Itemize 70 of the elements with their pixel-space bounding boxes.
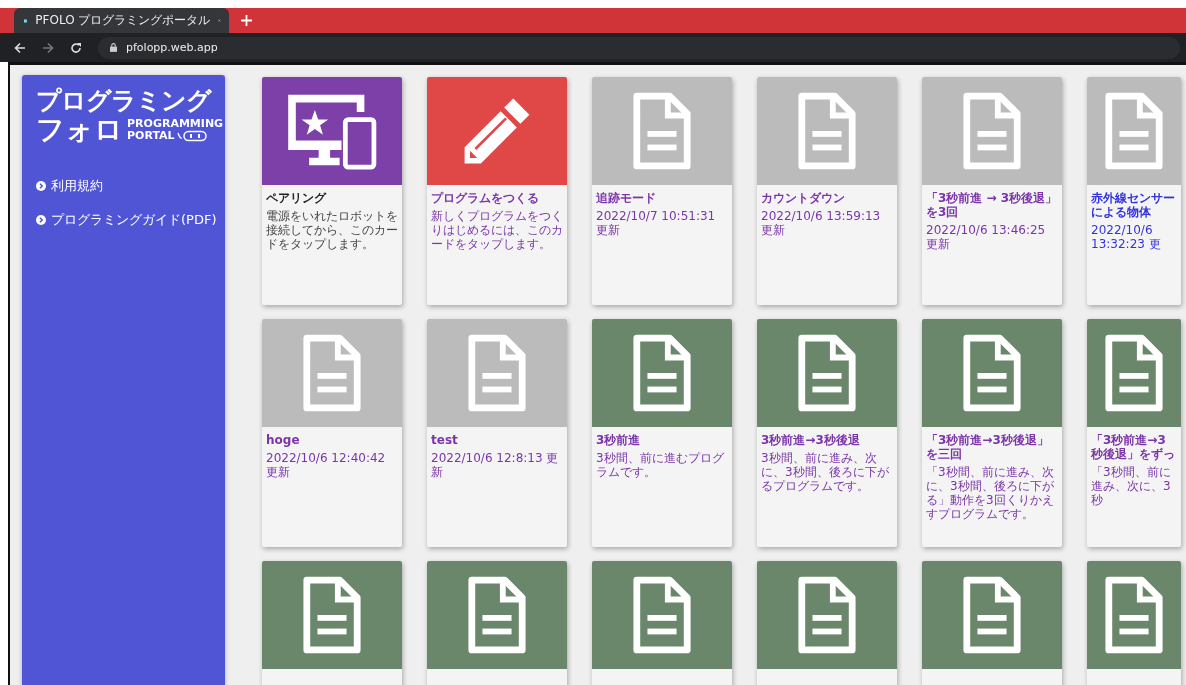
- program-card[interactable]: プログラムをつくる 新しくプログラムをつくりはじめるには、このカードをタップします。: [427, 77, 567, 305]
- card-title: ペアリング: [266, 191, 328, 205]
- logo-title: プログラミング: [36, 87, 213, 115]
- tab-title: PFOLO プログラミングポータル: [35, 12, 211, 29]
- document-icon: [796, 576, 858, 654]
- card-title: 3秒前進: [596, 433, 642, 447]
- chevron-circle-icon: [36, 215, 46, 225]
- card-description: 3秒間、前に進むプログラムです。: [596, 451, 725, 479]
- card-description: 2022/10/6 13:46:25 更新: [926, 223, 1047, 251]
- card-title: 「3秒前進→3秒後退」をずっ: [1091, 433, 1176, 461]
- document-icon: [1103, 576, 1165, 654]
- document-icon: [796, 334, 858, 412]
- program-card[interactable]: 「3秒前進→3秒後退」を三回 「3秒間、前に進み、次に、3秒間、後ろに下がる」動作を3回くりかえすプログラムです。: [922, 319, 1062, 547]
- card-description: 「3秒間、前に進み、次に、3秒: [1091, 465, 1172, 507]
- card-title: 追跡モード: [596, 191, 657, 205]
- document-icon: [961, 92, 1023, 170]
- document-icon: [466, 576, 528, 654]
- card-description: 新しくプログラムをつくりはじめるには、このカードをタップします。: [431, 209, 563, 251]
- card-description: 2022/10/6 12:40:42 更新: [266, 451, 387, 479]
- document-icon: [301, 576, 363, 654]
- program-card[interactable]: 追跡モード 2022/10/7 10:51:31 更新: [592, 77, 732, 305]
- forward-icon[interactable]: [42, 41, 54, 54]
- card-title: 赤外線センサーによる物体: [1091, 191, 1176, 219]
- logo-title: フォロ: [36, 115, 123, 145]
- card-title: 3秒前進→3秒後退: [761, 433, 861, 447]
- robot-face-icon: [176, 130, 207, 142]
- card-title: test: [431, 433, 459, 447]
- sidebar-link[interactable]: プログラミングガイド(PDF): [36, 211, 225, 229]
- document-icon: [961, 576, 1023, 654]
- new-tab-icon[interactable]: [241, 15, 252, 26]
- document-icon: [466, 334, 528, 412]
- document-icon: [631, 334, 693, 412]
- program-card[interactable]: 赤外線センサーによる物体 2022/10/6 13:32:23 更: [1087, 77, 1181, 305]
- card-description: 2022/10/6 12:8:13 更新: [431, 451, 560, 479]
- program-card[interactable]: hoge 2022/10/6 12:40:42 更新: [262, 319, 402, 547]
- card-description: 2022/10/6 13:59:13 更新: [761, 209, 882, 237]
- program-card[interactable]: カウントダウン 2022/10/6 13:59:13 更新: [757, 77, 897, 305]
- url-text: pfolopp.web.app: [126, 41, 218, 54]
- logo-subtitle: PROGRAMMING: [127, 118, 224, 130]
- lock-icon: [110, 43, 117, 52]
- document-icon: [301, 334, 363, 412]
- program-card[interactable]: ペアリング 電源をいれたロボットを接続してから、このカードをタップします。: [262, 77, 402, 305]
- card-title: カウントダウン: [761, 191, 846, 205]
- card-description: 「3秒間、前に進み、次に、3秒間、後ろに下がる」動作を3回くりかえすプログラムです。: [926, 465, 1055, 521]
- program-card[interactable]: 3秒前進 3秒間、前に進むプログラムです。: [592, 319, 732, 547]
- logo-subtitle: PORTAL: [127, 130, 175, 142]
- chevron-circle-icon: [36, 181, 46, 191]
- document-icon: [1103, 92, 1165, 170]
- back-icon[interactable]: [14, 41, 26, 54]
- card-description: 3秒間、前に進み、次に、3秒間、後ろに下がるプログラムです。: [761, 451, 890, 493]
- document-icon: [631, 92, 693, 170]
- card-description: 2022/10/6 13:32:23 更: [1091, 223, 1162, 251]
- sidebar-link[interactable]: 利用規約: [36, 177, 225, 195]
- card-title: プログラムをつくる: [431, 191, 540, 205]
- card-description: 2022/10/7 10:51:31 更新: [596, 209, 717, 237]
- document-icon: [961, 334, 1023, 412]
- document-icon: [796, 92, 858, 170]
- card-title: hoge: [266, 433, 301, 447]
- program-card[interactable]: 「3秒前進 → 3秒後退」を3回 2022/10/6 13:46:25 更新: [922, 77, 1062, 305]
- card-title: 「3秒前進→3秒後退」を三回: [926, 433, 1050, 461]
- program-card[interactable]: test 2022/10/6 12:8:13 更新: [427, 319, 567, 547]
- document-icon: [1103, 334, 1165, 412]
- program-card[interactable]: 3秒前進→3秒後退 3秒間、前に進み、次に、3秒間、後ろに下がるプログラムです。: [757, 319, 897, 547]
- reload-icon[interactable]: [70, 41, 82, 54]
- card-title: 「3秒前進 → 3秒後退」を3回: [926, 191, 1058, 219]
- browser-tab[interactable]: PFOLO プログラミングポータル: [14, 8, 229, 33]
- document-icon: [631, 576, 693, 654]
- card-description: 電源をいれたロボットを接続してから、このカードをタップします。: [266, 209, 398, 251]
- program-card[interactable]: 「3秒前進→3秒後退」をずっ 「3秒間、前に進み、次に、3秒: [1087, 319, 1181, 547]
- address-bar[interactable]: pfolopp.web.app: [98, 36, 1180, 59]
